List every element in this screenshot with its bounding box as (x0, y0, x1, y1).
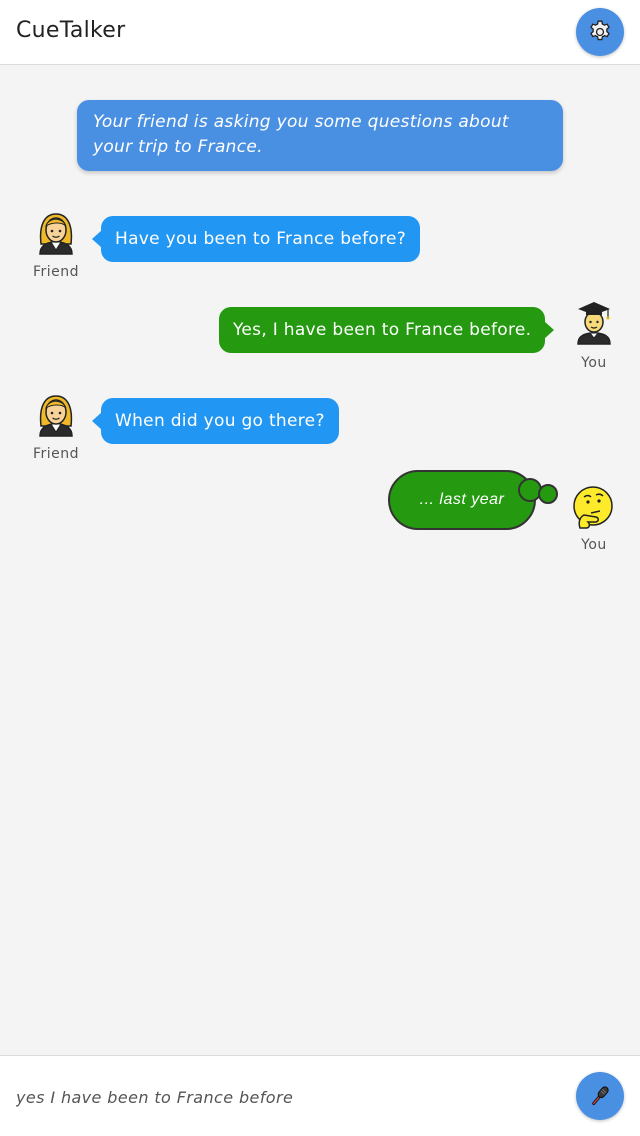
input-bar (0, 1055, 640, 1136)
message-bubble-friend: Have you been to France before? (91, 216, 421, 262)
thought-bubble-you: ... last year (388, 470, 536, 530)
message-bubble-you: Yes, I have been to France before. (219, 307, 555, 353)
settings-button[interactable] (576, 8, 624, 56)
app-title: CueTalker (16, 18, 126, 43)
speech-transcript-input[interactable] (16, 1084, 556, 1110)
speaker-label-you: You (581, 537, 607, 553)
gear-icon (590, 20, 610, 41)
woman-icon (32, 208, 80, 256)
header-bar: CueTalker (0, 0, 640, 65)
woman-icon (32, 390, 80, 438)
microphone-icon (592, 1086, 609, 1105)
thinking-face-icon (570, 484, 618, 532)
message-bubble-friend: When did you go there? (92, 398, 339, 444)
thought-bubble-dot (538, 484, 558, 504)
speaker-label-friend: Friend (32, 446, 80, 462)
microphone-button[interactable] (576, 1072, 624, 1120)
graduate-icon (570, 298, 618, 346)
speaker-label-friend: Friend (32, 264, 80, 280)
chat-area[interactable]: Your friend is asking you some questions… (0, 66, 640, 1054)
speaker-label-you: You (581, 355, 607, 371)
scenario-prompt: Your friend is asking you some questions… (77, 100, 563, 171)
cuetalker-app: CueTalker Your friend is asking you some… (0, 0, 640, 1136)
